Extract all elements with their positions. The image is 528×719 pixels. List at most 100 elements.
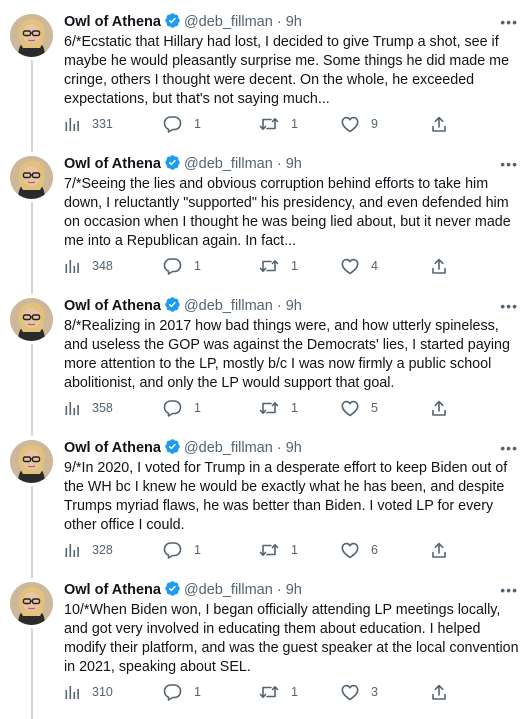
views-count: 331	[92, 117, 113, 131]
tweet-header: Owl of Athena @deb_fillman · 9h	[64, 580, 518, 600]
views-count: 328	[92, 543, 113, 557]
reply-button[interactable]: 1	[163, 398, 201, 418]
like-button[interactable]: 5	[341, 398, 378, 418]
reply-count: 1	[194, 401, 201, 415]
retweet-button[interactable]: 1	[259, 256, 298, 276]
like-button[interactable]: 3	[341, 682, 378, 702]
retweet-count: 1	[291, 685, 298, 699]
like-button[interactable]: 6	[341, 540, 378, 560]
avatar[interactable]	[10, 156, 53, 199]
handle[interactable]: @deb_fillman	[184, 156, 273, 172]
reply-icon	[163, 399, 182, 417]
heart-icon	[341, 400, 359, 417]
heart-icon	[341, 258, 359, 275]
more-icon[interactable]: •••	[500, 580, 518, 600]
retweet-count: 1	[291, 259, 298, 273]
like-count: 9	[371, 117, 378, 131]
share-icon	[431, 684, 447, 701]
views-button[interactable]: 358	[64, 398, 113, 418]
reply-count: 1	[194, 117, 201, 131]
tweet[interactable]: Owl of Athena @deb_fillman · 9h ••• 9/*In…	[0, 426, 528, 568]
verified-badge-icon	[164, 438, 181, 461]
display-name[interactable]: Owl of Athena	[64, 14, 161, 30]
action-bar: 358 1 1 5	[64, 398, 519, 418]
analytics-icon	[64, 400, 80, 416]
share-button[interactable]	[431, 682, 447, 702]
more-icon[interactable]: •••	[500, 12, 518, 32]
reply-button[interactable]: 1	[163, 682, 201, 702]
avatar[interactable]	[10, 14, 53, 57]
avatar[interactable]	[10, 298, 53, 341]
timestamp[interactable]: 9h	[286, 298, 302, 314]
views-button[interactable]: 331	[64, 114, 113, 134]
analytics-icon	[64, 116, 80, 132]
share-button[interactable]	[431, 114, 447, 134]
views-button[interactable]: 328	[64, 540, 113, 560]
reply-icon	[163, 115, 182, 133]
heart-icon	[341, 542, 359, 559]
retweet-icon	[259, 399, 279, 417]
verified-badge-icon	[164, 580, 181, 603]
avatar[interactable]	[10, 582, 53, 625]
avatar[interactable]	[10, 440, 53, 483]
tweet-text: 7/*Seeing the lies and obvious corruptio…	[64, 176, 511, 249]
share-icon	[431, 542, 447, 559]
share-button[interactable]	[431, 398, 447, 418]
heart-icon	[341, 116, 359, 133]
views-count: 310	[92, 685, 113, 699]
more-icon[interactable]: •••	[500, 296, 518, 316]
tweet[interactable]: Owl of Athena @deb_fillman · 9h ••• 10/*W…	[0, 568, 528, 710]
analytics-icon	[64, 542, 80, 558]
tweet-header: Owl of Athena @deb_fillman · 9h	[64, 154, 518, 174]
verified-badge-icon	[164, 12, 181, 35]
analytics-icon	[64, 684, 80, 700]
retweet-button[interactable]: 1	[259, 540, 298, 560]
retweet-button[interactable]: 1	[259, 114, 298, 134]
retweet-icon	[259, 257, 279, 275]
share-button[interactable]	[431, 256, 447, 276]
timestamp[interactable]: 9h	[286, 440, 302, 456]
reply-icon	[163, 257, 182, 275]
retweet-count: 1	[291, 117, 298, 131]
tweet[interactable]: Owl of Athena @deb_fillman · 9h ••• 8/*Re…	[0, 284, 528, 426]
reply-button[interactable]: 1	[163, 256, 201, 276]
timestamp[interactable]: 9h	[286, 156, 302, 172]
more-icon[interactable]: •••	[500, 154, 518, 174]
share-icon	[431, 258, 447, 275]
handle[interactable]: @deb_fillman	[184, 298, 273, 314]
tweet[interactable]: Owl of Athena @deb_fillman · 9h ••• 6/*Ec…	[0, 0, 528, 142]
timestamp[interactable]: 9h	[286, 582, 302, 598]
timestamp[interactable]: 9h	[286, 14, 302, 30]
analytics-icon	[64, 258, 80, 274]
display-name[interactable]: Owl of Athena	[64, 582, 161, 598]
tweet-header: Owl of Athena @deb_fillman · 9h	[64, 296, 518, 316]
handle[interactable]: @deb_fillman	[184, 14, 273, 30]
tweet-text: 6/*Ecstatic that Hillary had lost, I dec…	[64, 34, 510, 107]
tweet-text: 9/*In 2020, I voted for Trump in a despe…	[64, 460, 508, 533]
reply-count: 1	[194, 685, 201, 699]
handle[interactable]: @deb_fillman	[184, 440, 273, 456]
retweet-button[interactable]: 1	[259, 398, 298, 418]
views-button[interactable]: 310	[64, 682, 113, 702]
action-bar: 328 1 1 6	[64, 540, 519, 560]
like-button[interactable]: 4	[341, 256, 378, 276]
share-icon	[431, 400, 447, 417]
action-bar: 310 1 1 3	[64, 682, 519, 702]
retweet-icon	[259, 683, 279, 701]
views-button[interactable]: 348	[64, 256, 113, 276]
reply-button[interactable]: 1	[163, 540, 201, 560]
tweet[interactable]: Owl of Athena @deb_fillman · 9h ••• 7/*Se…	[0, 142, 528, 284]
display-name[interactable]: Owl of Athena	[64, 156, 161, 172]
like-button[interactable]: 9	[341, 114, 378, 134]
separator: ·	[276, 156, 282, 172]
display-name[interactable]: Owl of Athena	[64, 440, 161, 456]
reply-count: 1	[194, 259, 201, 273]
views-count: 348	[92, 259, 113, 273]
share-button[interactable]	[431, 540, 447, 560]
retweet-button[interactable]: 1	[259, 682, 298, 702]
more-icon[interactable]: •••	[500, 438, 518, 458]
display-name[interactable]: Owl of Athena	[64, 298, 161, 314]
handle[interactable]: @deb_fillman	[184, 582, 273, 598]
reply-button[interactable]: 1	[163, 114, 201, 134]
action-bar: 331 1 1 9	[64, 114, 519, 134]
